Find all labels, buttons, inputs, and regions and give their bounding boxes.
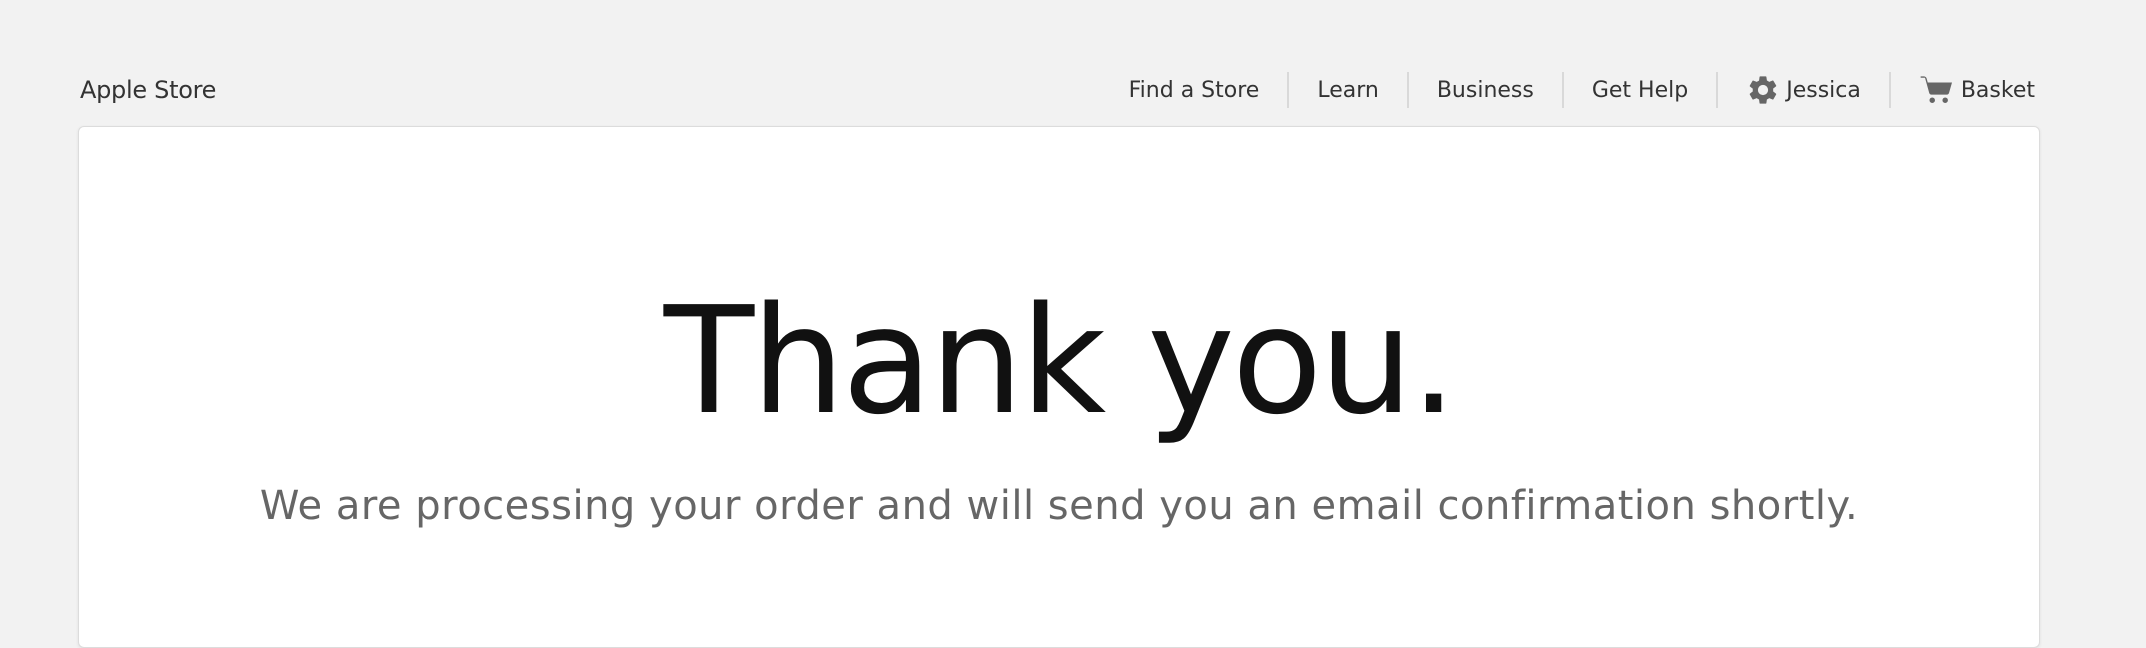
nav-get-help[interactable]: Get Help xyxy=(1564,70,1716,110)
nav-learn-label: Learn xyxy=(1317,77,1379,103)
cart-icon xyxy=(1919,75,1955,105)
nav-business[interactable]: Business xyxy=(1409,70,1562,110)
nav-business-label: Business xyxy=(1436,77,1534,103)
global-nav: Find a Store Learn Business Get Help Jes… xyxy=(1101,70,2035,110)
gear-icon xyxy=(1746,73,1780,107)
nav-basket[interactable]: Basket xyxy=(1891,70,2035,110)
confirmation-message: We are processing your order and will se… xyxy=(259,483,1859,529)
nav-basket-label: Basket xyxy=(1960,77,2035,103)
nav-find-a-store[interactable]: Find a Store xyxy=(1101,70,1288,110)
nav-get-help-label: Get Help xyxy=(1591,77,1689,103)
apple-store-home-link[interactable]: Apple Store xyxy=(80,76,216,104)
nav-account[interactable]: Jessica xyxy=(1718,70,1889,110)
nav-learn[interactable]: Learn xyxy=(1289,70,1407,110)
confirmation-panel: Thank you. We are processing your order … xyxy=(78,126,2040,648)
page-title: Thank you. xyxy=(663,275,1457,447)
nav-find-a-store-label: Find a Store xyxy=(1128,77,1260,103)
nav-account-label: Jessica xyxy=(1786,77,1861,103)
